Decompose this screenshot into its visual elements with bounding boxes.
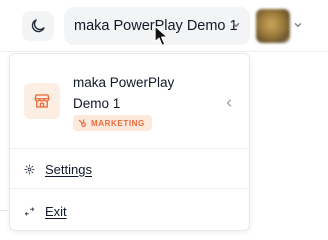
app-page: maka PowerPlay Demo 1 maka PowerPlay Dem… [0, 0, 328, 240]
user-avatar[interactable] [256, 9, 290, 43]
workspace-badge-label: MARKETING [91, 118, 145, 128]
menu-divider [10, 148, 249, 149]
workspace-type-badge: MARKETING [73, 115, 152, 131]
workspace-name: maka PowerPlay Demo 1 [73, 75, 175, 111]
exit-menu-item[interactable]: Exit [24, 202, 67, 220]
workspace-dropdown-menu: maka PowerPlay Demo 1 MARKETING Settings [9, 53, 250, 231]
settings-menu-label[interactable]: Settings [45, 162, 92, 177]
header-divider [0, 51, 328, 52]
settings-menu-item[interactable]: Settings [24, 160, 92, 178]
chevron-left-icon[interactable] [225, 98, 233, 108]
menu-divider [10, 188, 249, 189]
theme-toggle-button[interactable] [22, 11, 54, 41]
moon-icon [31, 19, 45, 33]
avatar-chevron-down-icon[interactable] [293, 20, 303, 30]
top-bar: maka PowerPlay Demo 1 [0, 0, 328, 52]
workspace-icon-tile [24, 83, 60, 119]
hubspot-icon [78, 118, 86, 127]
background-divider [0, 210, 8, 211]
exit-arrows-icon [24, 206, 35, 216]
exit-menu-label[interactable]: Exit [45, 204, 67, 219]
mouse-cursor-icon [154, 25, 169, 47]
storefront-icon [34, 94, 50, 108]
gear-icon [24, 163, 35, 175]
chevron-down-icon [232, 23, 240, 27]
